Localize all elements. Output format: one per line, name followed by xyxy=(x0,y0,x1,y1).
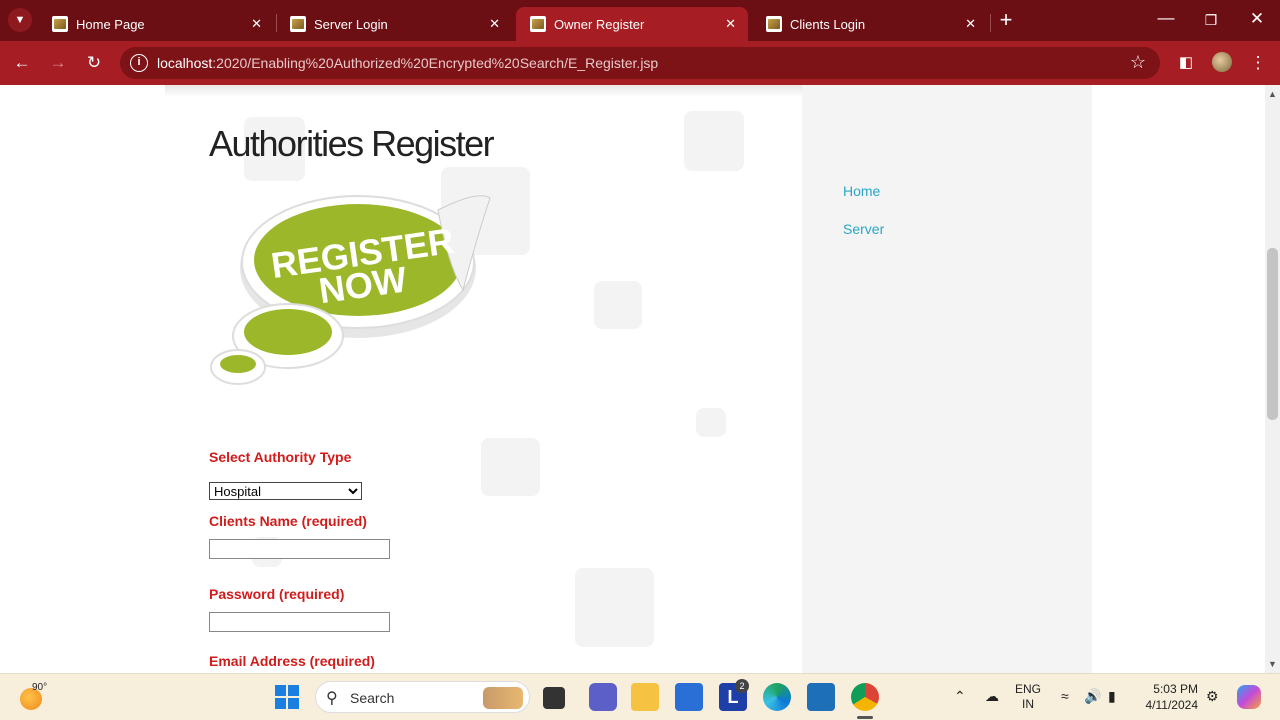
tab-divider xyxy=(990,14,991,32)
menu-kebab-icon[interactable]: ⋮ xyxy=(1246,51,1270,75)
forward-arrow-icon[interactable]: → xyxy=(46,51,70,75)
clients-name-input[interactable] xyxy=(209,539,390,559)
active-app-indicator xyxy=(857,716,873,719)
tab-label: Clients Login xyxy=(790,16,866,32)
onedrive-cloud-icon[interactable]: ☁ xyxy=(985,688,999,705)
scroll-up-arrow-icon[interactable]: ▲ xyxy=(1268,89,1277,99)
password-label: Password (required) xyxy=(209,586,345,602)
close-icon[interactable]: ✕ xyxy=(251,16,262,32)
authority-type-label: Select Authority Type xyxy=(209,449,352,465)
banner-bubble-small xyxy=(220,355,256,373)
copilot-icon[interactable] xyxy=(1237,685,1261,709)
background-square xyxy=(481,438,540,496)
weather-temp: 90° xyxy=(32,682,48,693)
chevron-up-icon[interactable]: ⌃ xyxy=(954,688,966,705)
clients-name-label: Clients Name (required) xyxy=(209,513,367,529)
vertical-scrollbar[interactable]: ▲ ▼ xyxy=(1265,85,1280,673)
bookmark-star-icon[interactable]: ☆ xyxy=(1130,52,1146,73)
password-input[interactable] xyxy=(209,612,390,632)
tab-bar: ▼ Home Page ✕ Server Login ✕ Owner Regis… xyxy=(0,0,1280,41)
tab-favicon-icon xyxy=(52,16,68,32)
tab-home-page[interactable]: Home Page ✕ xyxy=(38,7,274,41)
authority-type-select[interactable]: Hospital xyxy=(209,482,362,500)
teams-icon[interactable] xyxy=(589,683,617,711)
url-host: localhost xyxy=(157,55,213,71)
notification-badge: 2 xyxy=(735,679,749,693)
clock-date: 4/11/2024 xyxy=(1145,698,1199,712)
close-icon[interactable]: ✕ xyxy=(725,16,736,32)
nav-link-server[interactable]: Server xyxy=(843,221,884,237)
background-square xyxy=(575,568,654,647)
tab-server-login[interactable]: Server Login ✕ xyxy=(276,7,512,41)
banner-bubble-mid xyxy=(244,309,332,355)
language-line2: IN xyxy=(1022,697,1034,711)
tab-label: Home Page xyxy=(76,16,145,32)
weather-widget[interactable]: 90° xyxy=(18,682,58,712)
taskbar-search-box[interactable]: ⚲ Search xyxy=(315,681,530,713)
back-arrow-icon[interactable]: ← xyxy=(10,51,34,75)
minimize-icon[interactable]: — xyxy=(1154,6,1178,30)
edge-icon[interactable] xyxy=(763,683,791,711)
volume-icon[interactable]: 🔊 xyxy=(1084,688,1101,705)
page-title: Authorities Register xyxy=(209,123,495,164)
store-icon[interactable] xyxy=(675,683,703,711)
cortana-icon[interactable] xyxy=(807,683,835,711)
search-placeholder: Search xyxy=(350,690,395,706)
scrollbar-thumb[interactable] xyxy=(1267,248,1278,420)
file-explorer-dark-icon[interactable] xyxy=(543,687,565,709)
background-square xyxy=(696,408,726,437)
folder-icon[interactable] xyxy=(631,683,659,711)
sidebar: Home Server xyxy=(802,85,1092,673)
email-label: Email Address (required) xyxy=(209,653,375,669)
battery-icon[interactable]: ▮ xyxy=(1108,688,1116,705)
close-window-icon[interactable]: ✕ xyxy=(1245,7,1269,31)
close-icon[interactable]: ✕ xyxy=(965,16,976,32)
language-indicator[interactable]: ENG IN xyxy=(1015,682,1041,712)
page-viewport: Authorities Register REGISTER NOW Select… xyxy=(0,85,1280,673)
close-icon[interactable]: ✕ xyxy=(489,16,500,32)
tab-label: Server Login xyxy=(314,16,388,32)
side-panel-icon[interactable]: ◧ xyxy=(1174,51,1198,75)
register-now-banner: REGISTER NOW xyxy=(210,195,491,385)
site-info-icon[interactable]: i xyxy=(130,54,148,72)
notifications-bell-icon[interactable]: ⚙ xyxy=(1206,688,1219,705)
tab-label: Owner Register xyxy=(554,16,645,32)
chrome-icon[interactable] xyxy=(851,683,879,711)
wifi-icon[interactable]: ≈ xyxy=(1061,688,1069,704)
clock[interactable]: 5:03 PM 4/11/2024 xyxy=(1140,681,1199,713)
background-square xyxy=(594,281,642,329)
url-path: :2020/Enabling%20Authorized%20Encrypted%… xyxy=(212,55,659,71)
search-highlight-art-icon xyxy=(483,687,523,709)
scroll-down-arrow-icon[interactable]: ▼ xyxy=(1268,659,1277,669)
new-tab-plus-icon[interactable]: + xyxy=(994,8,1018,32)
language-line1: ENG xyxy=(1015,682,1042,696)
browser-toolbar: ← → ↻ i localhost:2020/Enabling%20Author… xyxy=(0,41,1280,85)
header-shadow xyxy=(165,85,802,97)
profile-avatar[interactable] xyxy=(1212,52,1232,72)
start-windows-icon[interactable] xyxy=(275,685,299,709)
url-text: localhost:2020/Enabling%20Authorized%20E… xyxy=(157,55,658,71)
reload-icon[interactable]: ↻ xyxy=(82,51,106,75)
tab-owner-register[interactable]: Owner Register ✕ xyxy=(516,7,748,41)
restore-icon[interactable]: ❐ xyxy=(1199,8,1223,32)
taskbar: 90° ⚲ Search L 2 ⌃ ☁ ENG IN ≈ 🔊 ▮ 5:03 P… xyxy=(0,673,1280,720)
tab-favicon-icon xyxy=(530,16,546,32)
nav-link-home[interactable]: Home xyxy=(843,183,880,199)
tab-favicon-icon xyxy=(290,16,306,32)
clock-time: 5:03 PM xyxy=(1153,682,1198,696)
tab-favicon-icon xyxy=(766,16,782,32)
tab-search-dropdown-icon[interactable]: ▼ xyxy=(8,8,32,32)
background-square xyxy=(684,111,744,171)
tab-clients-login[interactable]: Clients Login ✕ xyxy=(752,7,988,41)
search-icon: ⚲ xyxy=(326,690,338,707)
address-bar[interactable]: i localhost:2020/Enabling%20Authorized%2… xyxy=(120,47,1160,79)
